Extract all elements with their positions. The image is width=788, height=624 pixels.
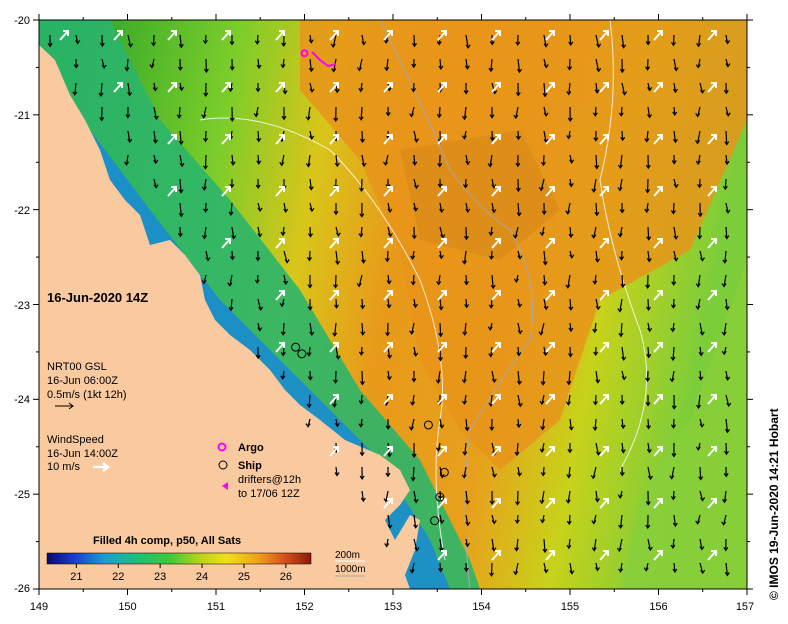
lon-tick-label: 150: [118, 601, 136, 613]
currents-scale-label: 0.5m/s (1kt 12h): [47, 389, 126, 401]
wind-time-label: 16-Jun 14:00Z: [47, 448, 118, 460]
argo-label: Argo: [238, 442, 264, 454]
lon-tick-label: 155: [561, 601, 579, 613]
ship-label: Ship: [238, 460, 262, 472]
lat-tick-label: -25: [14, 489, 30, 501]
colorbar-tick-label: 22: [112, 571, 124, 583]
drifters-label-line2: to 17/06 12Z: [238, 488, 300, 500]
lon-tick-label: 152: [295, 601, 313, 613]
lat-tick-label: -22: [14, 205, 30, 217]
wind-scale-label: 10 m/s: [47, 461, 81, 473]
colorbar-gradient: [46, 552, 312, 565]
colorbar-tick-label: 26: [280, 571, 292, 583]
colorbar-tick-label: 25: [238, 571, 250, 583]
lon-tick-label: 156: [649, 601, 667, 613]
lon-tick-label: 151: [207, 601, 225, 613]
lat-axis: -20 -21 -22 -23 -24 -25 -26: [14, 15, 30, 595]
isobath-1000m-label: 1000m: [335, 564, 366, 575]
colorbar-tick-label: 21: [70, 571, 82, 583]
currents-time-label: 16-Jun 06:00Z: [47, 375, 118, 387]
lon-axis: 149 150 151 152 153 154 155 156 157: [30, 601, 754, 613]
colorbar-title: Filled 4h comp, p50, All Sats: [93, 535, 241, 547]
lon-tick-label: 157: [736, 601, 754, 613]
currents-source-label: NRT00 GSL: [47, 361, 107, 373]
isobath-200m-label: 200m: [335, 550, 360, 561]
drifters-label-line1: drifters@12h: [238, 474, 301, 486]
lat-tick-label: -23: [14, 300, 30, 312]
map-date-title: 16-Jun-2020 14Z: [47, 290, 148, 305]
lat-tick-label: -20: [14, 15, 30, 27]
lat-tick-label: -24: [14, 394, 30, 406]
lat-tick-label: -26: [14, 583, 30, 595]
lat-tick-label: -21: [14, 110, 30, 122]
colorbar-tick-label: 23: [154, 571, 166, 583]
sst-map: 149 150 151 152 153 154 155 156 157 -20 …: [14, 14, 781, 613]
lon-tick-label: 149: [30, 601, 48, 613]
colorbar-tick-label: 24: [196, 571, 208, 583]
lon-tick-label: 153: [384, 601, 402, 613]
lon-tick-label: 154: [472, 601, 490, 613]
imos-credit: © IMOS 19-Jun-2020 14:21 Hobart: [767, 408, 781, 600]
wind-label: WindSpeed: [47, 434, 104, 446]
